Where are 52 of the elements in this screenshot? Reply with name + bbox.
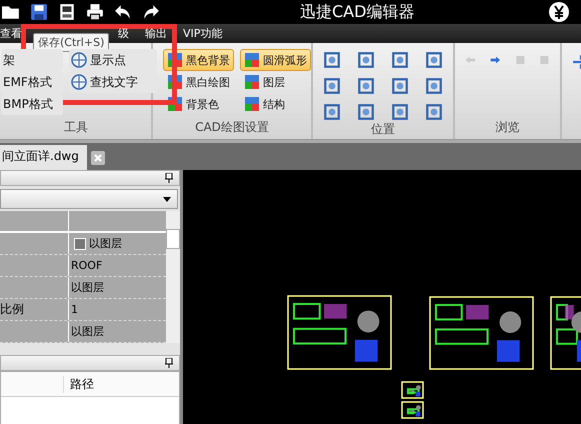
view-icon[interactable]	[357, 103, 375, 121]
ribbon-button[interactable]: 结构	[240, 93, 289, 115]
view-icon[interactable]	[323, 77, 341, 95]
pin-icon[interactable]	[165, 173, 173, 183]
save-icon[interactable]	[30, 3, 48, 21]
group-label: 位置	[370, 121, 396, 138]
window-title: 迅捷CAD编辑器	[300, 2, 416, 22]
redo-icon[interactable]	[142, 3, 160, 21]
document-tab[interactable]: 间立面详.dwg	[0, 145, 87, 170]
ribbon-button[interactable]: EMF格式	[1, 71, 63, 93]
color-swatch	[74, 238, 86, 250]
property-value: 以图层	[71, 280, 104, 295]
view-icon[interactable]	[391, 77, 409, 95]
view-icon[interactable]	[425, 103, 443, 121]
group-label: CAD绘图设置	[194, 119, 270, 136]
view-icon[interactable]	[357, 77, 375, 95]
view-icon[interactable]	[323, 51, 341, 69]
view-icon[interactable]	[425, 51, 443, 69]
menu-item[interactable]: VIP功能	[183, 26, 238, 41]
ribbon-button[interactable]: 圆滑弧形	[240, 49, 311, 71]
property-value: ROOF	[71, 259, 102, 272]
caret-icon	[163, 196, 171, 202]
pin-icon[interactable]	[165, 358, 173, 368]
ribbon-button[interactable]: 查找文字	[69, 71, 157, 93]
ribbon-button[interactable]: 背景色	[163, 93, 223, 115]
scrollbar[interactable]	[166, 211, 180, 343]
property-value: 1	[71, 303, 78, 316]
view-icon[interactable]	[357, 51, 375, 69]
property-value: 以图层	[71, 324, 104, 339]
menu-item[interactable]: 输出	[145, 26, 183, 41]
property-name: 比例	[0, 301, 24, 318]
ribbon-button[interactable]: 图层	[240, 71, 289, 93]
ribbon-button[interactable]: 显示点	[69, 49, 157, 71]
view-icon[interactable]	[391, 103, 409, 121]
close-icon[interactable]	[90, 151, 105, 165]
ribbon-button[interactable]: BMP格式	[1, 93, 63, 115]
group-label: 浏览	[494, 119, 520, 136]
group-label: 工具	[63, 119, 89, 136]
property-value: 以图层	[89, 236, 122, 251]
menu-item[interactable]: 级	[118, 26, 145, 41]
crosshair-icon	[71, 52, 87, 68]
view-icon[interactable]	[391, 51, 409, 69]
crosshair-icon	[71, 74, 87, 90]
ribbon-button[interactable]: 黑白绘图	[163, 71, 234, 93]
ribbon-button[interactable]: 架	[1, 49, 63, 71]
dropdown[interactable]	[0, 189, 178, 209]
print-icon[interactable]	[86, 3, 104, 21]
yen-icon[interactable]	[549, 2, 569, 22]
ribbon-button[interactable]: 黑色背景	[163, 49, 234, 71]
view-icon[interactable]	[425, 77, 443, 95]
undo-icon[interactable]	[114, 3, 132, 21]
view-icon[interactable]	[323, 103, 341, 121]
